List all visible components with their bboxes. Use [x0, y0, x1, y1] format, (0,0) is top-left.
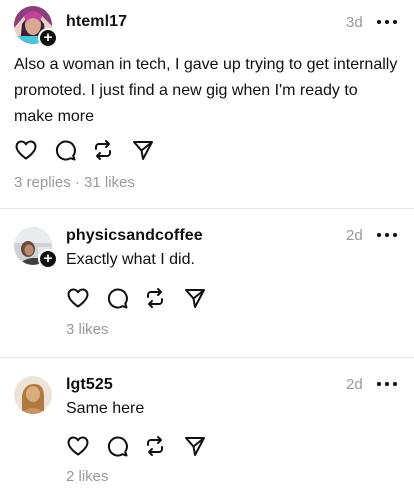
send-icon[interactable]: [131, 138, 157, 162]
heart-icon[interactable]: [66, 434, 92, 458]
comment-bubble-icon[interactable]: [53, 138, 79, 162]
comment-bubble-icon[interactable]: [105, 434, 131, 458]
send-icon[interactable]: [183, 286, 209, 310]
post-text: Exactly what I did.: [66, 251, 195, 268]
username[interactable]: lgt525: [66, 376, 113, 394]
avatar[interactable]: [14, 376, 52, 414]
like-count[interactable]: 2 likes: [66, 468, 109, 485]
reply-like-count[interactable]: 3 replies · 31 likes: [14, 174, 135, 191]
thread-reply: + physicsandcoffee 2d Exactly what I did…: [0, 209, 414, 357]
more-horizontal-icon[interactable]: [377, 12, 399, 32]
timestamp: 2d: [346, 227, 363, 244]
more-horizontal-icon[interactable]: [377, 225, 399, 245]
action-bar: [14, 138, 164, 162]
thread-post-main: + hteml17 3d Also a woman in tech, I gav…: [0, 0, 414, 208]
username[interactable]: physicsandcoffee: [66, 227, 203, 245]
more-horizontal-icon[interactable]: [377, 374, 399, 394]
post-text: Same here: [66, 400, 145, 417]
heart-icon[interactable]: [14, 138, 40, 162]
send-icon[interactable]: [183, 434, 209, 458]
thread-reply: lgt525 2d Same here 2 likes: [0, 358, 414, 500]
heart-icon[interactable]: [66, 286, 92, 310]
post-text: Also a woman in tech, I gave up trying t…: [14, 56, 398, 125]
comment-bubble-icon[interactable]: [105, 286, 131, 310]
username[interactable]: hteml17: [66, 13, 127, 31]
timestamp: 2d: [346, 376, 363, 393]
action-bar: [66, 434, 216, 458]
repost-icon[interactable]: [91, 138, 117, 162]
repost-icon[interactable]: [143, 434, 169, 458]
repost-icon[interactable]: [143, 286, 169, 310]
timestamp: 3d: [346, 14, 363, 31]
follow-plus-icon[interactable]: +: [38, 249, 58, 269]
action-bar: [66, 286, 216, 310]
like-count[interactable]: 3 likes: [66, 321, 109, 338]
follow-plus-icon[interactable]: +: [38, 28, 58, 48]
